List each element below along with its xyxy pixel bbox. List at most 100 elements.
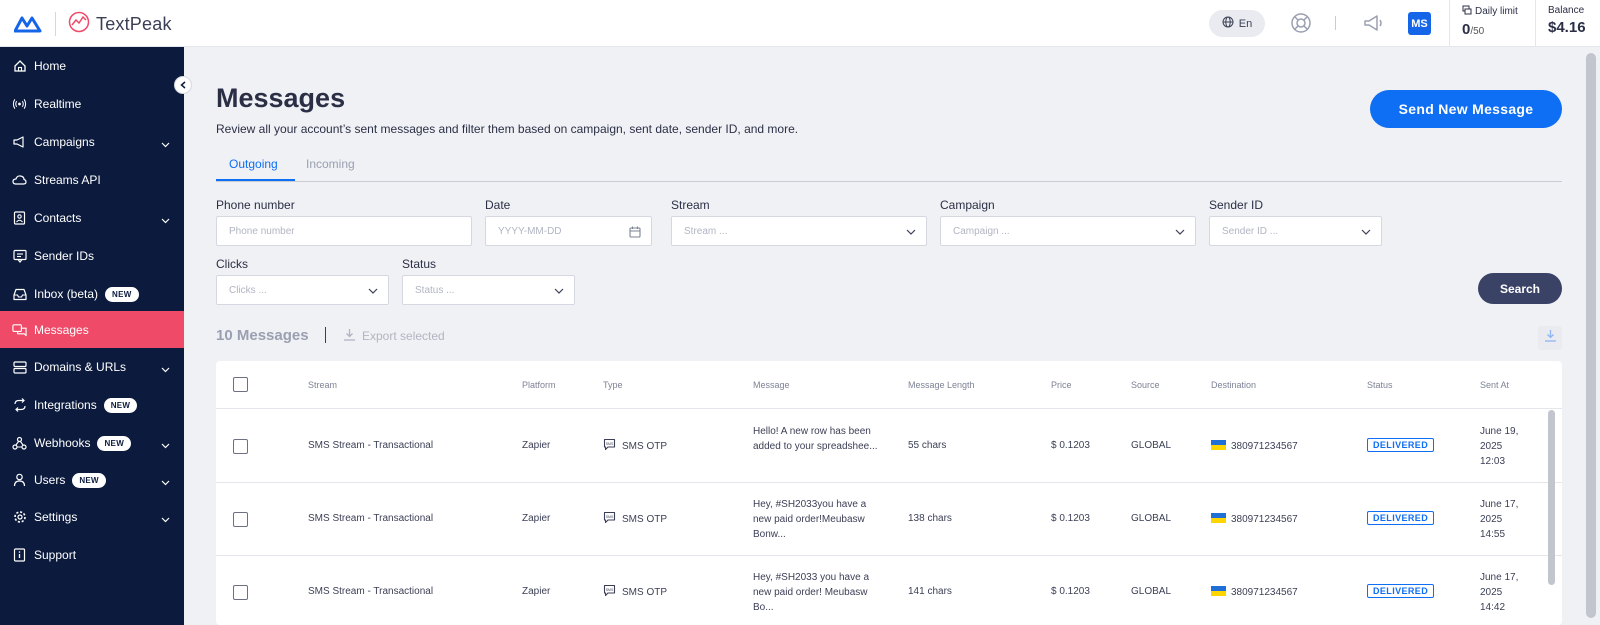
table-row[interactable]: SMS Stream - Transactional Zapier SMS SM… [216,410,1562,483]
sidebar-item-contacts[interactable]: Contacts [0,199,184,237]
sidebar-item-users[interactable]: Users NEW [0,461,184,499]
sidebar-item-realtime[interactable]: Realtime [0,85,184,123]
row-type: SMS SMS OTP [603,511,667,527]
column-header-message-length[interactable]: Message Length [908,380,975,390]
row-sent-at: June 19, 2025 12:03 [1480,426,1519,467]
row-checkbox[interactable] [233,585,248,600]
row-length: 138 chars [908,513,952,524]
column-header-type[interactable]: Type [603,380,623,390]
sidebar-item-webhooks[interactable]: Webhooks NEW [0,424,184,462]
tab-outgoing[interactable]: Outgoing [229,157,278,171]
row-destination-number: 380971234567 [1231,441,1298,452]
sidebar-item-label: Settings [34,510,78,524]
campaign-select[interactable]: Campaign ... [940,216,1196,246]
sidebar-item-inbox[interactable]: Inbox (beta) NEW [0,275,184,313]
calendar-icon[interactable] [629,226,641,241]
tab-incoming[interactable]: Incoming [306,157,355,171]
contacts-icon [12,211,27,226]
search-button[interactable]: Search [1478,273,1562,304]
date-input[interactable]: YYYY-MM-DD [485,216,652,246]
row-destination: 380971234567 [1211,513,1298,525]
sidebar-item-home[interactable]: Home [0,47,184,85]
logo-divider [55,12,56,36]
sidebar-item-label: Sender IDs [34,249,95,263]
date-filter-label: Date [485,198,511,212]
column-header-status[interactable]: Status [1367,380,1393,390]
chevron-down-icon [161,137,170,151]
sidebar-item-label: Campaigns [34,135,95,149]
table-row[interactable]: SMS Stream - Transactional Zapier SMS SM… [216,556,1562,625]
balance: Balance $4.16 [1535,0,1600,47]
sidebar-collapse-button[interactable] [174,76,192,94]
messages-table: Stream Platform Type Message Message Len… [216,361,1562,625]
integrations-icon [12,398,27,413]
column-header-price[interactable]: Price [1051,380,1072,390]
status-select[interactable]: Status ... [402,275,575,305]
row-price: $ 0.1203 [1051,586,1090,597]
row-checkbox[interactable] [233,439,248,454]
avatar[interactable]: MS [1408,12,1431,35]
balance-value: $4.16 [1548,19,1586,36]
status-placeholder: Status ... [415,284,455,296]
chevron-down-icon [161,475,170,489]
sidebar-item-streams-api[interactable]: Streams API [0,161,184,199]
phone-number-input[interactable]: Phone number [216,216,472,246]
sidebar-item-label: Messages [34,322,89,337]
announcements-icon[interactable] [1362,12,1384,39]
column-header-message[interactable]: Message [753,380,790,390]
sidebar-item-integrations[interactable]: Integrations NEW [0,386,184,424]
table-header: Stream Platform Type Message Message Len… [216,361,1562,409]
column-header-source[interactable]: Source [1131,380,1160,390]
sidebar-item-label: Support [34,548,77,562]
home-icon [12,59,27,74]
brand: TextPeak [68,11,172,38]
sidebar-item-messages[interactable]: Messages [0,311,184,348]
ukraine-flag-icon [1211,440,1226,450]
table-row[interactable]: SMS Stream - Transactional Zapier SMS SM… [216,483,1562,556]
row-source: GLOBAL [1131,586,1172,597]
send-new-message-button[interactable]: Send New Message [1370,90,1562,128]
sidebar-item-settings[interactable]: Settings [0,498,184,536]
sender-id-select[interactable]: Sender ID ... [1209,216,1382,246]
row-type-label: SMS OTP [622,586,668,598]
chevron-left-icon [180,76,186,94]
ukraine-flag-icon [1211,513,1226,523]
svg-text:SMS: SMS [606,588,614,592]
sms-icon: SMS [603,438,616,454]
lifebuoy-icon[interactable] [1290,12,1312,39]
column-header-platform[interactable]: Platform [522,380,556,390]
row-type-label: SMS OTP [622,440,668,452]
sidebar-item-sender-ids[interactable]: Sender IDs [0,237,184,275]
sidebar-item-label: Contacts [34,211,82,225]
page-scrollbar[interactable] [1586,53,1596,618]
row-destination: 380971234567 [1211,586,1298,598]
sidebar-item-support[interactable]: Support [0,536,184,574]
export-selected-button[interactable]: Export selected [343,328,445,344]
column-header-stream[interactable]: Stream [308,380,337,390]
daily-limit-total: /50 [1470,26,1485,37]
daily-limit: Daily limit 0/50 [1449,0,1535,47]
row-checkbox[interactable] [233,512,248,527]
column-header-sent-at[interactable]: Sent At [1480,380,1509,390]
table-scrollbar[interactable] [1548,410,1555,585]
language-selector[interactable]: En [1209,10,1265,37]
sms-icon: SMS [603,511,616,527]
download-all-button[interactable] [1538,326,1562,350]
app-logo-icon[interactable] [13,13,42,38]
clicks-select[interactable]: Clicks ... [216,275,389,305]
row-destination-number: 380971234567 [1231,587,1298,598]
stream-select[interactable]: Stream ... [671,216,927,246]
sidebar-item-domains-urls[interactable]: Domains & URLs [0,348,184,386]
row-platform: Zapier [522,440,551,451]
select-all-checkbox[interactable] [233,377,248,392]
sender-filter-label: Sender ID [1209,198,1264,212]
gear-icon [12,510,27,525]
row-sent-at: June 17, 2025 14:55 [1480,499,1519,540]
column-header-destination[interactable]: Destination [1211,380,1256,390]
clicks-filter-label: Clicks [216,257,248,271]
page-subtitle: Review all your account’s sent messages … [216,122,799,136]
sender-id-icon [12,249,27,264]
date-placeholder: YYYY-MM-DD [498,225,562,237]
row-stream: SMS Stream - Transactional [308,440,434,451]
sidebar-item-campaigns[interactable]: Campaigns [0,123,184,161]
